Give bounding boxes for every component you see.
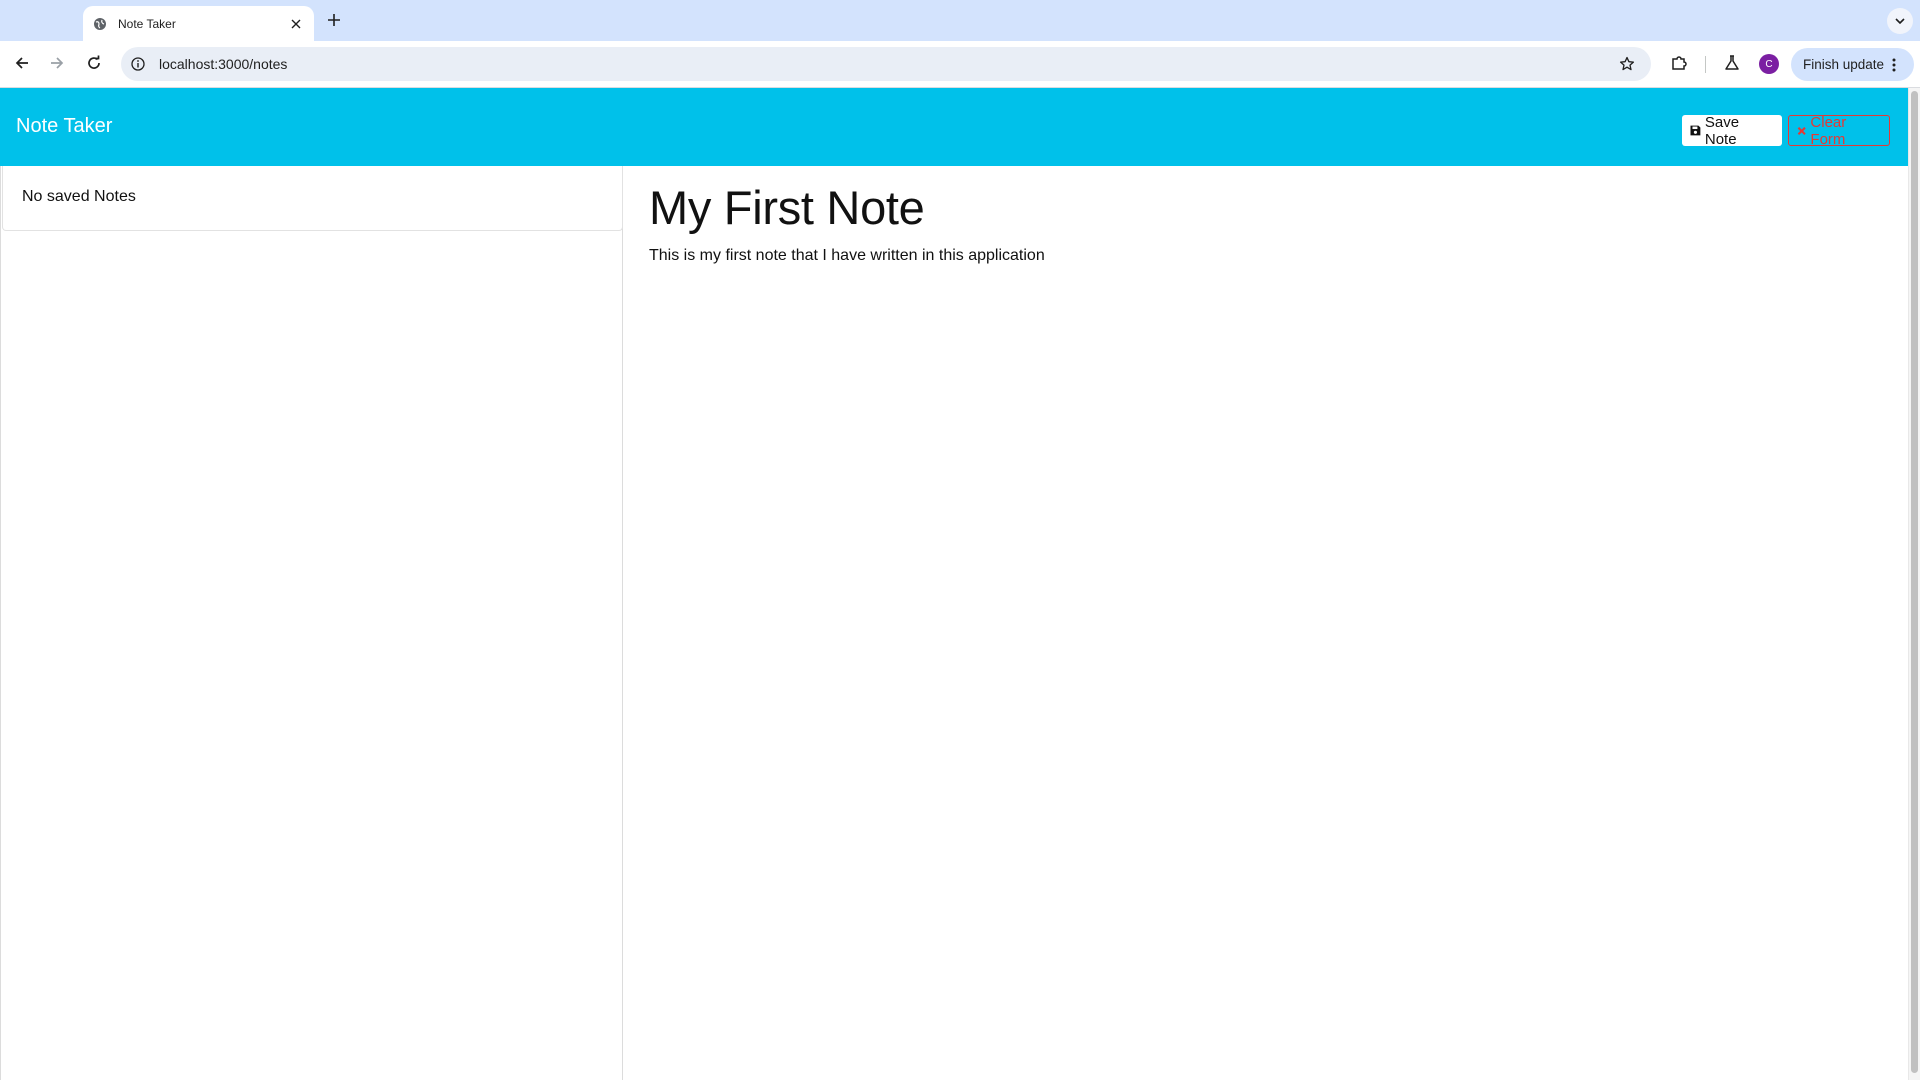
back-button[interactable] xyxy=(8,49,36,77)
note-editor: My First Note This is my first note that… xyxy=(623,166,1908,1080)
finish-update-label: Finish update xyxy=(1803,57,1885,72)
browser-tab[interactable]: Note Taker xyxy=(83,6,314,41)
address-bar[interactable]: localhost:3000/notes xyxy=(121,47,1651,81)
clear-form-label: Clear Form xyxy=(1810,113,1847,148)
app-brand[interactable]: Note Taker xyxy=(16,115,112,138)
close-icon[interactable] xyxy=(286,14,306,34)
tab-search-button[interactable] xyxy=(1887,8,1913,34)
forward-button[interactable] xyxy=(43,49,71,77)
browser-toolbar: localhost:3000/notes C Finish update xyxy=(0,41,1920,88)
kebab-icon xyxy=(1892,58,1896,72)
tab-strip: Note Taker xyxy=(0,0,1920,41)
arrow-left-icon xyxy=(15,57,28,69)
clear-form-button[interactable]: Clear Form xyxy=(1788,113,1890,148)
note-text-area[interactable]: This is my first note that I have writte… xyxy=(649,247,1045,265)
save-icon xyxy=(1690,125,1701,136)
puzzle-icon[interactable] xyxy=(1667,51,1691,75)
reload-icon xyxy=(88,55,100,69)
reload-button[interactable] xyxy=(80,49,108,77)
plus-icon xyxy=(328,14,340,26)
toolbar-divider xyxy=(1705,56,1706,73)
flask-icon[interactable] xyxy=(1720,51,1744,75)
url-text[interactable]: localhost:3000/notes xyxy=(159,56,1617,72)
scroll-thumb[interactable] xyxy=(1911,91,1918,1073)
new-tab-button[interactable] xyxy=(323,9,345,31)
arrow-right-icon xyxy=(51,57,64,69)
chevron-down-icon xyxy=(1895,18,1905,25)
save-note-button[interactable]: Save Note xyxy=(1682,113,1782,148)
avatar[interactable]: C xyxy=(1759,54,1779,74)
finish-update-button[interactable]: Finish update xyxy=(1791,48,1914,81)
tab-title: Note Taker xyxy=(118,16,176,31)
star-icon[interactable] xyxy=(1617,54,1637,74)
empty-notes-message: No saved Notes xyxy=(2,166,623,231)
page-scrollbar[interactable] xyxy=(1908,88,1920,1080)
app-navbar: Note Taker Save Note Clear Form xyxy=(0,88,1908,166)
info-icon[interactable] xyxy=(130,56,146,72)
save-note-label: Save Note xyxy=(1704,113,1740,148)
note-title-input[interactable]: My First Note xyxy=(649,180,925,235)
notes-sidebar: No saved Notes xyxy=(0,166,623,1080)
globe-icon xyxy=(93,17,107,31)
page-viewport: Note Taker Save Note Clear Form No saved… xyxy=(0,88,1920,1080)
close-icon xyxy=(1797,126,1806,135)
